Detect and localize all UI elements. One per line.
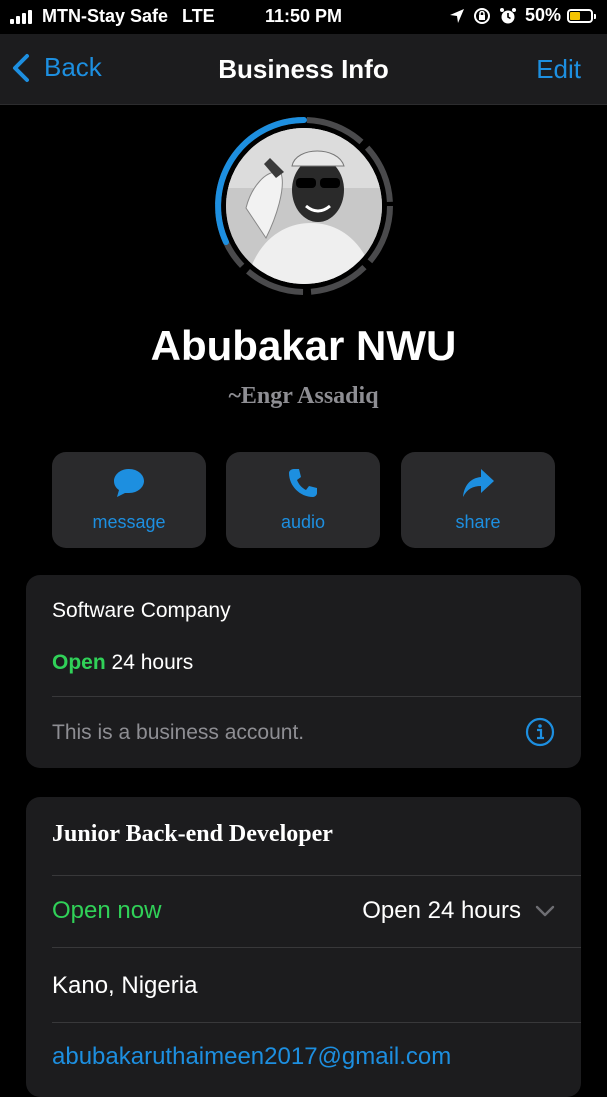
- orientation-lock-icon: [473, 7, 491, 25]
- open-status: Open: [52, 651, 106, 674]
- profile-about: ~Engr Assadiq: [228, 383, 379, 409]
- status-right: 50%: [449, 5, 596, 26]
- share-label: share: [455, 512, 501, 532]
- hours-dropdown[interactable]: Open 24 hours: [362, 897, 555, 925]
- location-arrow-icon: [449, 8, 465, 24]
- battery-level: [570, 11, 580, 20]
- divider: [52, 696, 581, 697]
- chat-bubble-icon: [52, 467, 206, 499]
- business-summary-card: Software Company Open 24 hours This is a…: [26, 575, 581, 768]
- message-label: message: [92, 512, 166, 532]
- business-description: Junior Back-end Developer: [52, 821, 333, 847]
- profile-photo: [226, 128, 382, 284]
- share-button[interactable]: share: [401, 452, 555, 548]
- info-icon[interactable]: [525, 717, 555, 752]
- divider: [52, 1022, 581, 1023]
- hours-text: 24 hours: [111, 651, 194, 674]
- business-category: Software Company: [52, 599, 231, 622]
- business-hours: Open 24 hours: [52, 651, 193, 675]
- battery-icon: [567, 8, 596, 23]
- navigation-bar: Back Business Info Edit: [0, 34, 607, 105]
- audio-label: audio: [280, 512, 326, 532]
- edit-button[interactable]: Edit: [536, 54, 581, 85]
- open-now-status: Open now: [52, 897, 162, 924]
- share-arrow-icon: [401, 467, 555, 499]
- message-button[interactable]: message: [52, 452, 206, 548]
- audio-button[interactable]: audio: [226, 452, 380, 548]
- battery-percent: 50%: [524, 5, 561, 25]
- alarm-icon: [499, 7, 517, 25]
- divider: [52, 947, 581, 948]
- chevron-down-icon: [535, 905, 555, 917]
- phone-icon: [226, 467, 380, 499]
- business-details-card: Junior Back-end Developer Open now Open …: [26, 797, 581, 1097]
- business-account-note: This is a business account.: [52, 721, 305, 744]
- business-email-link[interactable]: abubakaruthaimeen2017@gmail.com: [52, 1043, 451, 1071]
- divider: [52, 875, 581, 876]
- page-title: Business Info: [218, 54, 389, 84]
- avatar[interactable]: [212, 114, 396, 298]
- profile-name: Abubakar NWU: [150, 322, 457, 369]
- business-location[interactable]: Kano, Nigeria: [52, 972, 197, 1000]
- status-bar: MTN-Stay Safe LTE 11:50 PM 50%: [0, 0, 607, 34]
- hours-summary: Open 24 hours: [362, 897, 521, 924]
